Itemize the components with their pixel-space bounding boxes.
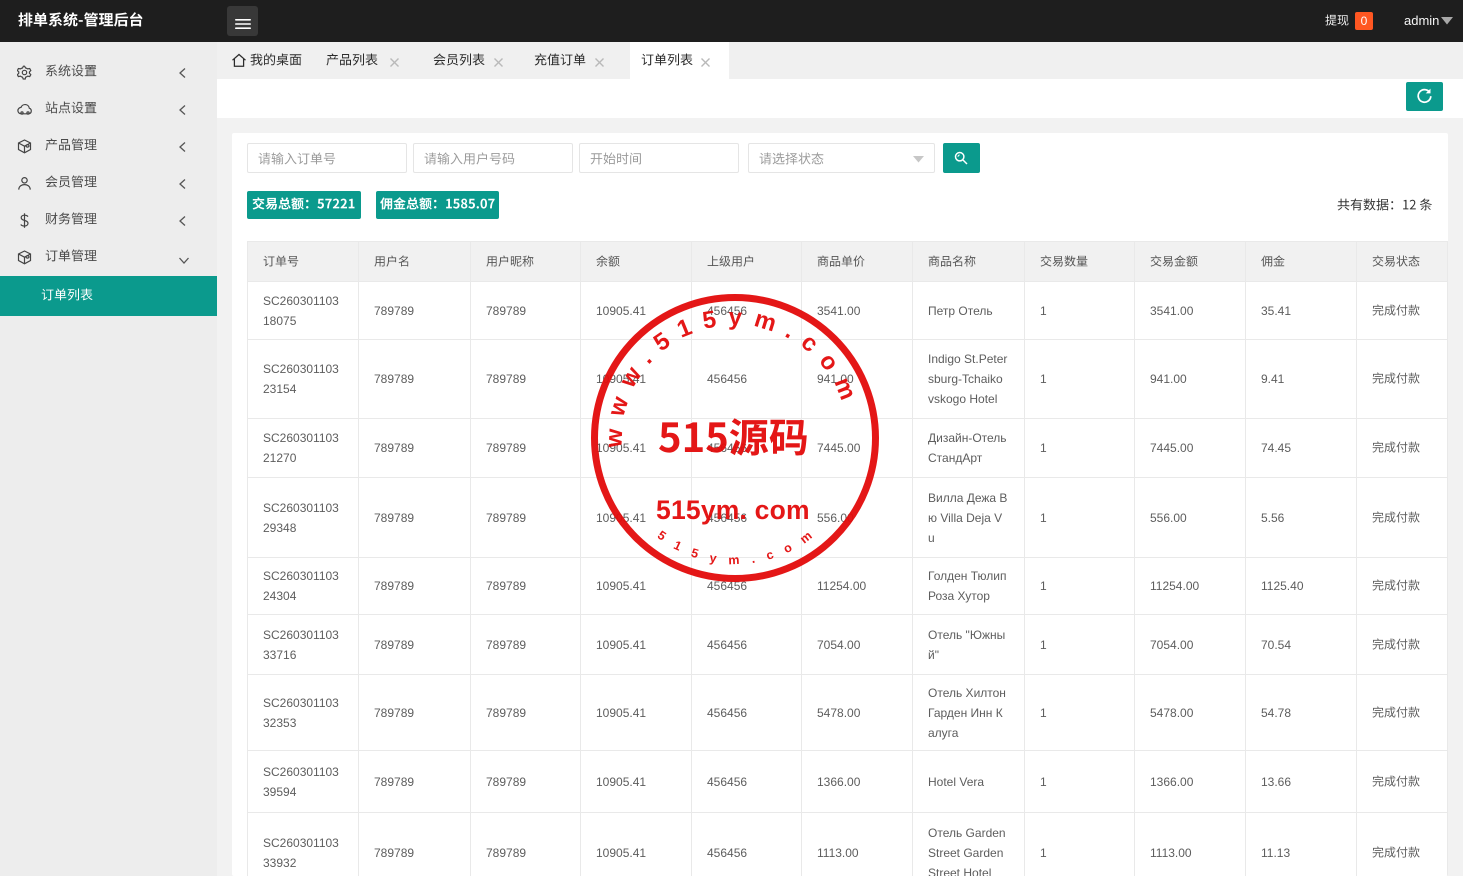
svg-text:www.515ym.com: www.515ym.com [600, 304, 865, 449]
svg-text:515ym. com: 515ym. com [656, 495, 810, 525]
